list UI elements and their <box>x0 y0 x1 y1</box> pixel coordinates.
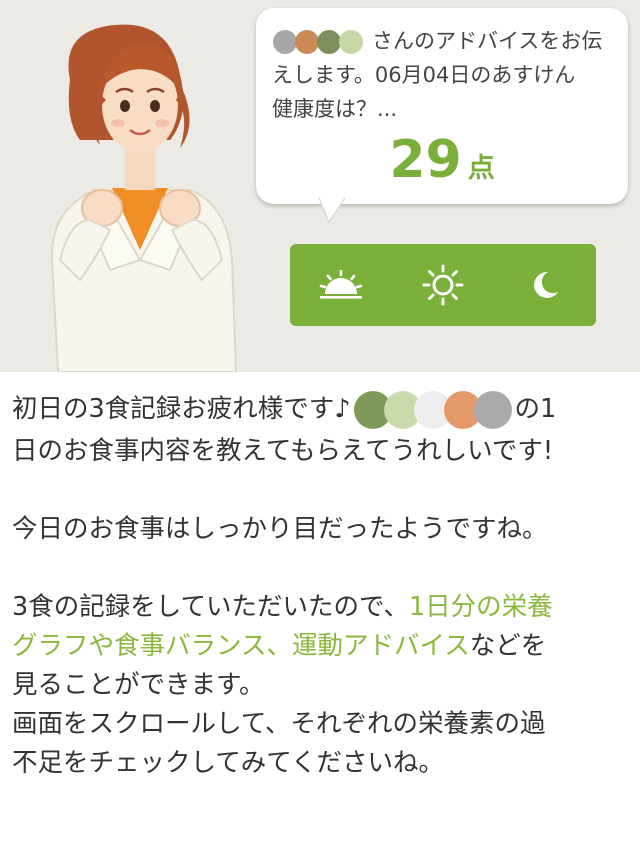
mask-dot <box>273 30 297 54</box>
score-unit: 点 <box>467 153 495 184</box>
message-line: 初日の3食記録お疲れ様です♪ <box>12 394 351 424</box>
message-line: 画面をスクロールして、それぞれの栄養素の過 <box>12 709 546 739</box>
masked-username <box>273 30 363 54</box>
morning-button[interactable] <box>306 255 376 315</box>
masked-username <box>353 391 512 429</box>
advice-text: さんのアドバイスをお伝 えします。06月04日のあすけん 健康度は？... <box>272 24 616 126</box>
advice-line3: 健康度は？... <box>272 97 398 121</box>
daytime-button[interactable] <box>408 255 478 315</box>
message-paragraph: 3食の記録をしていただいたので、1日分の栄養 グラフや食事バランス、運動アドバイ… <box>12 588 628 783</box>
mask-dot <box>473 391 512 429</box>
moon-icon <box>534 271 558 298</box>
score-value: 29 <box>389 130 462 190</box>
message-line: 3食の記録をしていただいたので、 <box>12 592 409 622</box>
nutrition-graph-link[interactable]: グラフや食事バランス、運動アドバイス <box>12 631 470 661</box>
mask-dot <box>317 30 341 54</box>
message-line: 不足をチェックしてみてくださいね。 <box>12 748 444 778</box>
advice-message: 初日の3食記録お疲れ様です♪ の1 日のお食事内容を教えてもらえてうれしいです!… <box>12 388 628 783</box>
sunrise-icon <box>319 270 363 299</box>
nutrition-graph-link[interactable]: 1日分の栄養 <box>409 592 553 622</box>
advisor-illustration <box>50 24 238 372</box>
night-button[interactable] <box>510 255 580 315</box>
message-line: 日のお食事内容を教えてもらえてうれしいです! <box>12 436 554 466</box>
message-paragraph: 初日の3食記録お疲れ様です♪ の1 日のお食事内容を教えてもらえてうれしいです! <box>12 388 628 471</box>
message-paragraph: 今日のお食事はしっかり目だったようですね。 <box>12 510 628 549</box>
advice-line2: えします。06月04日のあすけん <box>272 63 576 87</box>
advice-line1: さんのアドバイスをお伝 <box>372 29 603 53</box>
message-line: 見ることができます。 <box>12 670 265 700</box>
bubble-tail <box>318 196 346 224</box>
time-of-day-bar <box>290 244 596 326</box>
advice-bubble: さんのアドバイスをお伝 えします。06月04日のあすけん 健康度は？... 29… <box>256 8 628 204</box>
mask-dot <box>339 30 363 54</box>
message-line: の1 <box>514 394 557 424</box>
message-line: 今日のお食事はしっかり目だったようですね。 <box>12 514 548 544</box>
health-score: 29 点 <box>256 130 628 190</box>
advice-header: さんのアドバイスをお伝 えします。06月04日のあすけん 健康度は？... 29… <box>0 0 640 372</box>
message-line: などを <box>469 631 547 661</box>
sun-icon <box>422 264 464 306</box>
mask-dot <box>295 30 319 54</box>
